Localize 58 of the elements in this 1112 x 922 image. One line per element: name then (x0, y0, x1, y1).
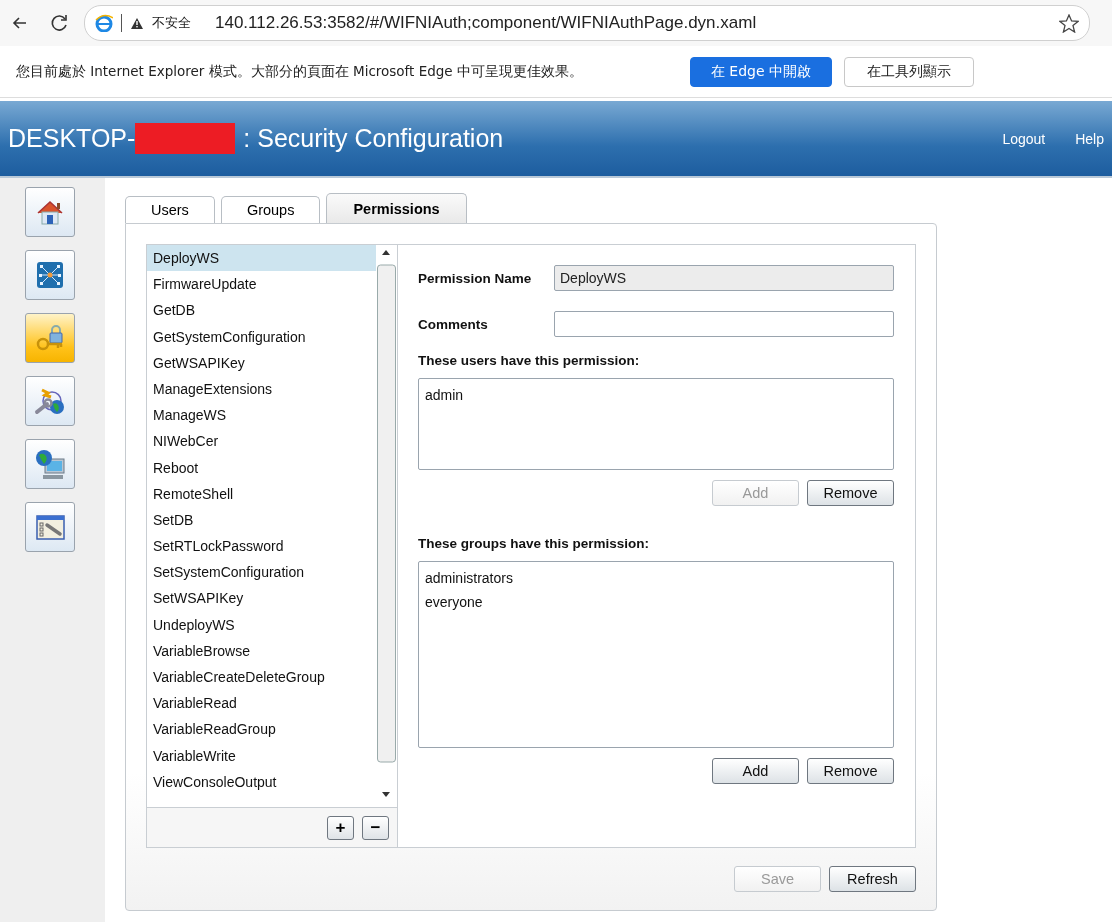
list-item[interactable]: VariableCreateDeleteGroup (147, 664, 376, 691)
action-button[interactable]: Refresh (829, 866, 916, 892)
nav-button[interactable] (25, 250, 75, 300)
page-title: : Security Configuration (243, 124, 504, 153)
field-label: Comments (418, 316, 489, 332)
tab[interactable]: Permissions (326, 193, 467, 223)
list-item[interactable]: admin (425, 383, 887, 407)
nav-button[interactable] (25, 439, 75, 489)
remove-button[interactable]: − (362, 815, 389, 840)
nav-button[interactable] (25, 502, 75, 552)
star-icon[interactable] (1059, 13, 1079, 33)
list-item[interactable]: DeployWS (147, 245, 376, 272)
browser-logo-icon (95, 14, 113, 32)
list-item[interactable]: administrators (425, 566, 887, 590)
list-item[interactable]: RemoteShell (147, 480, 376, 507)
list-item[interactable]: ViewConsoleOutput (147, 768, 376, 795)
list-item[interactable]: NIWebCer (147, 428, 376, 455)
list-item[interactable]: VariableWrite (147, 742, 376, 769)
list-item[interactable]: Reboot (147, 454, 376, 481)
url-text[interactable]: 140.112.26.53:3582/#/WIFNIAuth;component/WIFNIAuthPage.dyn.xaml (215, 13, 757, 33)
info-message: 您目前處於 Internet Explorer 模式。大部分的頁面在 Microsoft Edge 中可呈現更佳效果。 (16, 62, 584, 81)
list-item[interactable]: GetWSAPIKey (147, 349, 376, 376)
action-button[interactable]: Remove (807, 480, 894, 506)
page-title: DESKTOP- (8, 124, 136, 153)
nav-button[interactable] (25, 187, 75, 237)
text-field[interactable] (554, 311, 894, 337)
list-item[interactable]: VariableReadGroup (147, 716, 376, 743)
action-button[interactable]: Remove (807, 758, 894, 784)
list-item[interactable]: GetDB (147, 297, 376, 324)
list-item[interactable]: SetDB (147, 506, 376, 534)
address-bar[interactable]: 不安全 140.112.26.53:3582/#/WIFNIAuth;component/WIFNIAuthPage.dyn.xaml (84, 5, 1090, 41)
list-item[interactable]: ManageWS (147, 402, 376, 429)
list-item[interactable]: VariableRead (147, 690, 376, 717)
list-item[interactable]: everyone (425, 590, 887, 614)
add-button[interactable]: + (327, 815, 354, 840)
bar-button[interactable]: 在 Edge 中開啟 (690, 56, 832, 87)
list-item[interactable]: SetWSAPIKey (147, 585, 376, 612)
nav-button[interactable] (25, 376, 75, 426)
list-item[interactable]: GetSystemConfiguration (147, 323, 376, 350)
list-item[interactable]: UndeployWS (147, 611, 376, 638)
globe-computer-icon (33, 447, 67, 481)
section-heading: These users have this permission: (418, 353, 641, 368)
list-item[interactable]: SetSystemConfiguration (147, 559, 376, 586)
list-item[interactable]: VariableBrowse (147, 637, 376, 664)
list-item[interactable]: FirmwareUpdate (147, 271, 376, 298)
warning-icon (130, 16, 144, 30)
header-link[interactable]: Logout (1002, 130, 1046, 147)
security-label: 不安全 (152, 14, 191, 32)
list-item[interactable]: ManageExtensions (147, 375, 376, 403)
refresh-icon[interactable] (50, 13, 70, 33)
tab[interactable]: Groups (220, 196, 321, 223)
action-button[interactable]: Add (712, 758, 799, 784)
list-item[interactable]: SetRTLockPassword (147, 533, 376, 560)
section-heading: These groups have this permission: (418, 536, 651, 551)
field-label: Permission Name (418, 270, 533, 286)
tab[interactable]: Users (125, 196, 215, 223)
header-link[interactable]: Help (1075, 130, 1104, 147)
bar-button[interactable]: 在工具列顯示 (844, 56, 974, 87)
